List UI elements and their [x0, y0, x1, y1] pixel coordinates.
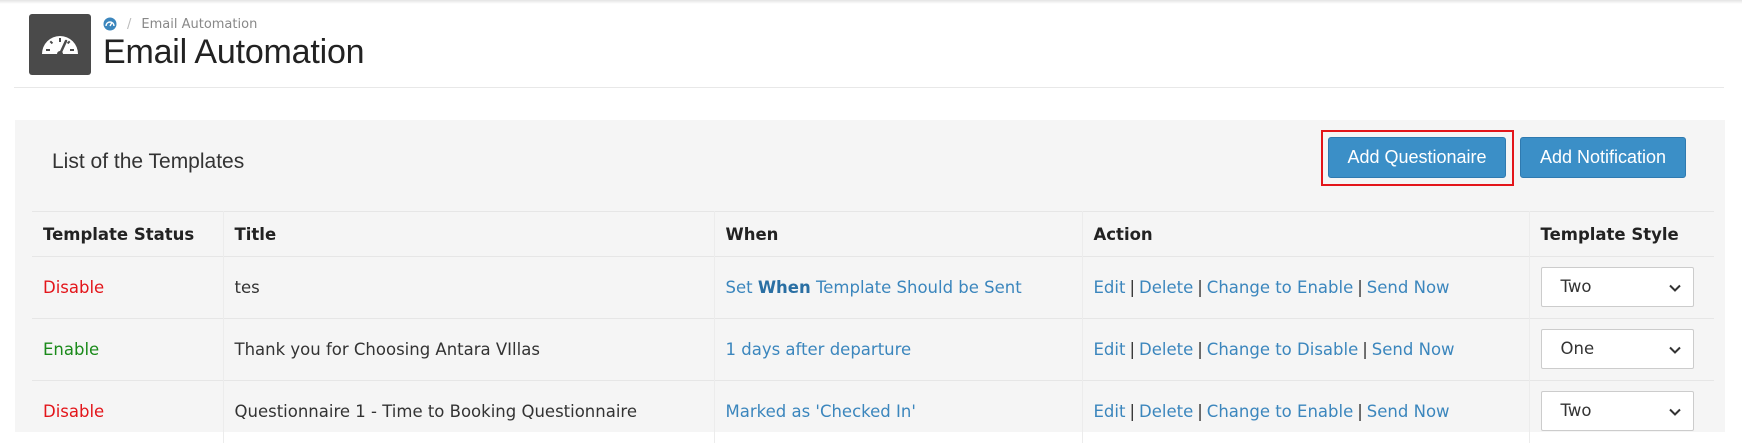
toggle-status-link[interactable]: Change to Enable: [1207, 278, 1353, 297]
dashboard-icon[interactable]: [103, 17, 117, 31]
delete-link[interactable]: Delete: [1139, 340, 1193, 359]
when-cell: Marked as 'Checked In': [714, 380, 1083, 443]
toggle-status-link[interactable]: Change to Enable: [1207, 402, 1353, 421]
action-divider: |: [1362, 340, 1368, 359]
status-cell: Enable: [32, 318, 224, 381]
status-label: Disable: [43, 278, 105, 297]
when-cell: 1 days after departure: [714, 318, 1083, 381]
when-link[interactable]: Marked as 'Checked In': [726, 402, 916, 421]
page-header: / Email Automation Email Automation: [14, 0, 1724, 88]
action-divider: |: [1357, 278, 1363, 297]
title-cell: Thank you for Choosing Antara VIllas: [223, 318, 715, 381]
template-style-value: One: [1560, 339, 1595, 358]
add-notification-button[interactable]: Add Notification: [1520, 137, 1686, 178]
template-style-value: Two: [1560, 277, 1592, 296]
template-style-cell: Two: [1529, 380, 1714, 443]
send-now-link[interactable]: Send Now: [1372, 340, 1455, 359]
breadcrumb-current: Email Automation: [141, 16, 258, 32]
send-now-link[interactable]: Send Now: [1367, 402, 1450, 421]
action-divider: |: [1129, 402, 1136, 422]
edit-link[interactable]: Edit: [1094, 340, 1126, 359]
template-style-select[interactable]: Two: [1540, 390, 1694, 431]
panel-title: List of the Templates: [52, 150, 245, 173]
status-label: Disable: [43, 402, 105, 422]
action-divider: |: [1129, 340, 1136, 359]
send-now-link[interactable]: Send Now: [1367, 278, 1450, 297]
table-header-row: Template Status Title When Action Templa…: [32, 211, 1714, 257]
template-style-value: Two: [1560, 401, 1592, 421]
when-bold-text: When: [757, 278, 811, 297]
templates-table: Template Status Title When Action Templa…: [32, 211, 1714, 443]
delete-link[interactable]: Delete: [1139, 402, 1193, 421]
template-style-select[interactable]: Two: [1540, 266, 1694, 307]
template-style-cell: Two: [1529, 256, 1714, 319]
when-text-suffix: Template Should be Sent: [810, 278, 1022, 297]
action-divider: |: [1129, 278, 1136, 297]
table-row: Disable tes Set When Template Should be …: [32, 256, 1714, 319]
column-header-template-style: Template Style: [1529, 211, 1714, 257]
when-link[interactable]: Set When Template Should be Sent: [726, 278, 1022, 297]
add-questionnaire-button[interactable]: Add Questionaire: [1328, 137, 1506, 178]
action-divider: |: [1197, 340, 1203, 359]
column-header-title: Title: [223, 211, 715, 257]
action-cell: Edit | Delete | Change to Enable | Send Now: [1082, 256, 1530, 319]
table-row: Enable Thank you for Choosing Antara VIl…: [32, 318, 1714, 381]
page-title: Email Automation: [103, 33, 365, 71]
delete-link[interactable]: Delete: [1139, 278, 1193, 297]
action-divider: |: [1197, 402, 1203, 422]
when-cell: Set When Template Should be Sent: [714, 256, 1083, 319]
chevron-down-icon: [1668, 346, 1681, 354]
column-header-action: Action: [1082, 211, 1530, 257]
templates-panel: List of the Templates Add Questionaire A…: [15, 120, 1725, 443]
breadcrumb: / Email Automation: [103, 15, 257, 33]
chevron-down-icon: [1668, 408, 1681, 416]
chevron-down-icon: [1668, 284, 1681, 292]
action-cell: Edit | Delete | Change to Enable | Send Now: [1082, 380, 1530, 443]
title-cell: tes: [223, 256, 715, 319]
toggle-status-link[interactable]: Change to Disable: [1207, 340, 1358, 359]
template-style-cell: One: [1529, 318, 1714, 381]
when-link[interactable]: 1 days after departure: [726, 340, 912, 359]
when-text: Set: [725, 278, 758, 297]
status-label: Enable: [43, 340, 100, 359]
column-header-status: Template Status: [32, 211, 224, 257]
table-row: Disable Questionnaire 1 - Time to Bookin…: [32, 380, 1714, 443]
template-style-select[interactable]: One: [1540, 328, 1694, 369]
action-divider: |: [1357, 402, 1363, 422]
dashboard-gauge-icon: [29, 14, 91, 75]
title-cell: Questionnaire 1 - Time to Booking Questi…: [223, 380, 715, 443]
column-header-when: When: [714, 211, 1083, 257]
status-cell: Disable: [32, 380, 224, 443]
edit-link[interactable]: Edit: [1094, 278, 1126, 297]
action-divider: |: [1197, 278, 1203, 297]
edit-link[interactable]: Edit: [1094, 402, 1126, 421]
status-cell: Disable: [32, 256, 224, 319]
action-cell: Edit | Delete | Change to Disable | Send Now: [1082, 318, 1530, 381]
breadcrumb-separator: /: [127, 16, 132, 32]
